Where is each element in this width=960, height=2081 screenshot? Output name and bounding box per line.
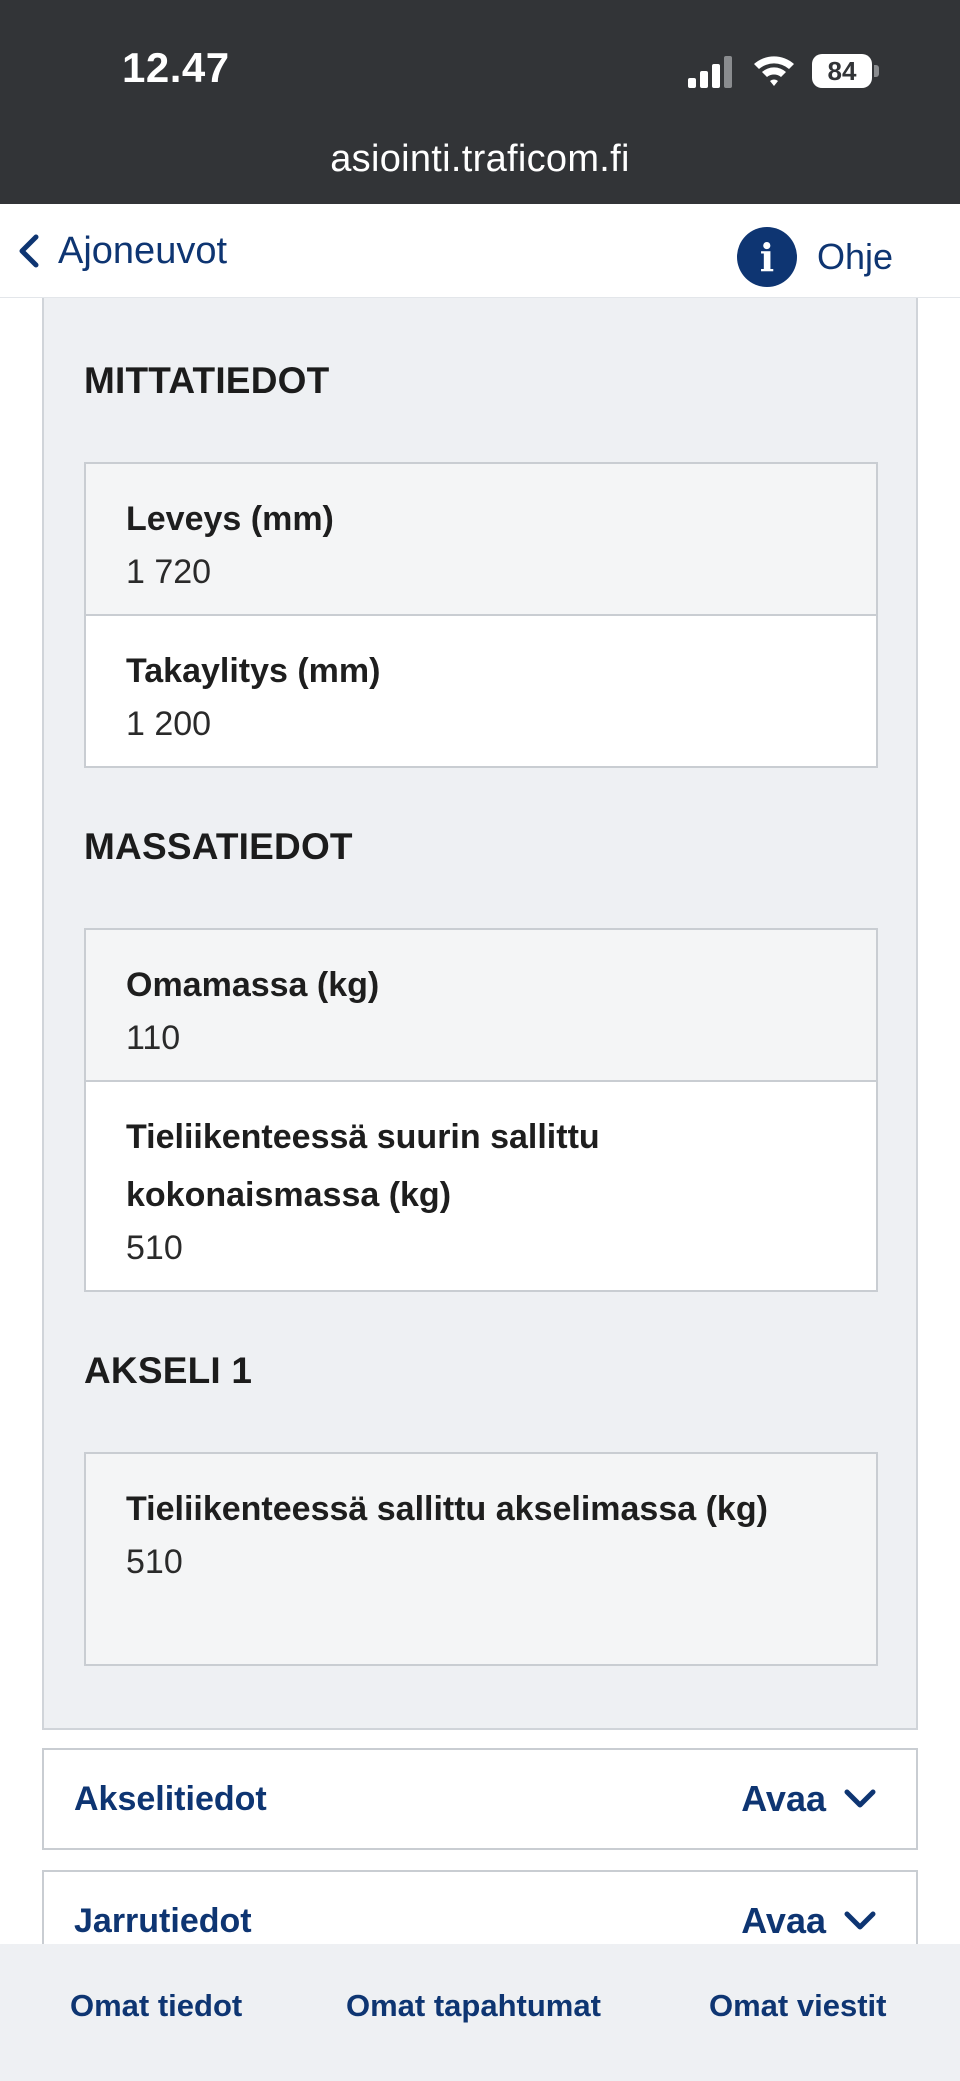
accordion-open-label: Avaa — [741, 1900, 826, 1941]
cellular-signal-icon — [688, 56, 732, 88]
detail-label: Tieliikenteessä suurin sallittu kokonais… — [126, 1118, 600, 1214]
detail-row: Tieliikenteessä suurin sallittu kokonais… — [86, 1080, 876, 1290]
mass-card: Omamassa (kg) 110 Tieliikenteessä suurin… — [84, 928, 878, 1292]
bottom-nav: Omat tiedot Omat tapahtumat Omat viestit — [0, 1944, 960, 2081]
detail-value: 1 720 — [126, 553, 212, 591]
detail-label: Takaylitys (mm) — [126, 652, 381, 690]
status-bar: 12.47 84 asiointi.traficom.fi — [0, 0, 960, 204]
bottom-nav-omat-viestit[interactable]: Omat viestit — [709, 1988, 886, 2024]
battery-level: 84 — [812, 54, 872, 88]
chevron-down-icon — [844, 1789, 876, 1808]
bottom-nav-omat-tiedot[interactable]: Omat tiedot — [70, 1988, 242, 2024]
detail-value: 510 — [126, 1543, 183, 1581]
detail-value: 510 — [126, 1229, 183, 1267]
detail-row: Takaylitys (mm) 1 200 — [86, 614, 876, 766]
section-title-akseli-1: AKSELI 1 — [84, 1350, 253, 1391]
top-nav: Ajoneuvot i Ohje — [0, 204, 960, 298]
bottom-nav-omat-tapahtumat[interactable]: Omat tapahtumat — [346, 1988, 601, 2024]
wifi-icon — [754, 56, 794, 86]
detail-value: 110 — [126, 1019, 181, 1057]
dimensions-card: Leveys (mm) 1 720 Takaylitys (mm) 1 200 — [84, 462, 878, 768]
help-button[interactable]: i Ohje — [737, 226, 893, 288]
battery-tip — [874, 65, 879, 77]
back-link[interactable]: Ajoneuvot — [14, 226, 227, 276]
status-time: 12.47 — [122, 44, 230, 91]
axle-card: Tieliikenteessä sallittu akselimassa (kg… — [84, 1452, 878, 1666]
accordion-jarrutiedot[interactable]: Jarrutiedot Avaa — [42, 1870, 918, 1944]
chevron-left-icon — [19, 234, 39, 268]
detail-row: Tieliikenteessä sallittu akselimassa (kg… — [86, 1454, 876, 1664]
main-content[interactable]: MITTATIEDOT Leveys (mm) 1 720 Takaylitys… — [0, 298, 960, 1944]
address-bar-url[interactable]: asiointi.traficom.fi — [0, 138, 960, 181]
section-title-mittatiedot: MITTATIEDOT — [84, 360, 330, 401]
detail-row: Omamassa (kg) 110 — [86, 930, 876, 1080]
accordion-open-label: Avaa — [741, 1778, 826, 1819]
section-title-massatiedot: MASSATIEDOT — [84, 826, 353, 867]
accordion-title: Jarrutiedot — [74, 1902, 252, 1940]
detail-label: Omamassa (kg) — [126, 966, 380, 1004]
accordion-open-button[interactable]: Avaa — [741, 1750, 876, 1848]
help-label: Ohje — [817, 236, 894, 277]
detail-row: Leveys (mm) 1 720 — [86, 464, 876, 614]
detail-label: Tieliikenteessä sallittu akselimassa (kg… — [126, 1490, 768, 1528]
chevron-down-icon — [844, 1911, 876, 1930]
detail-value: 1 200 — [126, 705, 212, 743]
info-icon: i — [737, 227, 797, 287]
accordion-open-button[interactable]: Avaa — [741, 1872, 876, 1944]
accordion-akselitiedot[interactable]: Akselitiedot Avaa — [42, 1748, 918, 1850]
battery-icon: 84 — [812, 54, 879, 88]
detail-label: Leveys (mm) — [126, 500, 334, 538]
accordion-title: Akselitiedot — [74, 1780, 267, 1818]
vehicle-details-panel: MITTATIEDOT Leveys (mm) 1 720 Takaylitys… — [42, 298, 918, 1730]
back-link-label: Ajoneuvot — [58, 229, 228, 272]
